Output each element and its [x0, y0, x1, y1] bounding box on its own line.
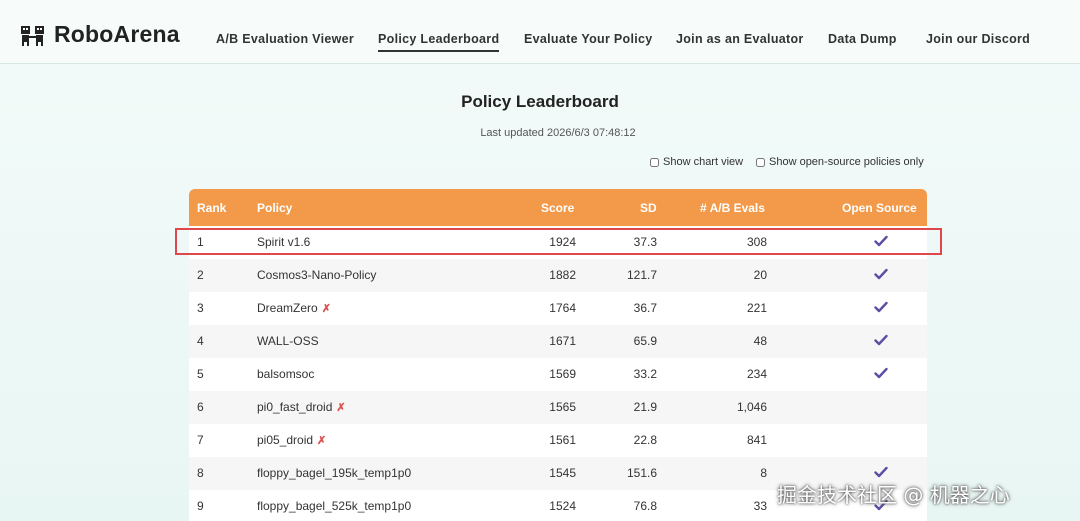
- column-rank[interactable]: Rank: [197, 201, 226, 215]
- evals-cell: 48: [753, 334, 767, 348]
- x-mark-icon: ✗: [336, 402, 346, 414]
- sd-cell: 21.9: [633, 400, 657, 414]
- score-cell: 1671: [549, 334, 576, 348]
- score-cell: 1565: [549, 400, 576, 414]
- table-header: Rank Policy Score SD # A/B Evals Open So…: [189, 189, 927, 226]
- sd-cell: 76.8: [633, 499, 657, 513]
- sd-cell: 121.7: [626, 268, 657, 282]
- policy-name: Cosmos3-Nano-Policy: [257, 268, 377, 282]
- score-cell: 1764: [549, 301, 576, 315]
- policy-cell: pi0_fast_droid ✗: [257, 400, 346, 414]
- rank-cell: 2: [197, 268, 204, 282]
- evals-cell: 308: [746, 235, 767, 249]
- column-open-source[interactable]: Open Source: [842, 201, 917, 215]
- rank-cell: 8: [197, 466, 204, 480]
- table-row[interactable]: 4 WALL-OSS 1671 65.9 48: [189, 325, 927, 358]
- last-updated: Last updated 2026/6/3 07:48:12: [480, 127, 636, 139]
- evals-cell: 33: [753, 499, 767, 513]
- evals-cell: 221: [746, 301, 767, 315]
- policy-name: Spirit v1.6: [257, 235, 311, 249]
- nav-join-as-evaluator[interactable]: Join as an Evaluator: [676, 32, 804, 46]
- watermark: 掘金技术社区 @ 机器之心: [777, 483, 1010, 507]
- policy-name: pi05_droid: [257, 433, 314, 447]
- page-title: Policy Leaderboard: [461, 92, 619, 111]
- rank-cell: 4: [197, 334, 204, 348]
- nav-data-dump[interactable]: Data Dump: [828, 32, 897, 46]
- policy-cell: WALL-OSS: [257, 334, 319, 348]
- policy-cell: floppy_bagel_195k_temp1p0: [257, 466, 411, 480]
- table-row[interactable]: 7 pi05_droid ✗ 1561 22.8 841: [189, 424, 927, 457]
- score-cell: 1569: [549, 367, 576, 381]
- check-icon: [874, 466, 888, 478]
- score-cell: 1561: [549, 433, 576, 447]
- rank-cell: 1: [197, 235, 204, 249]
- rank-cell: 3: [197, 301, 204, 315]
- sd-cell: 37.3: [633, 235, 657, 249]
- table-row[interactable]: 5 balsomsoc 1569 33.2 234: [189, 358, 927, 391]
- nav-policy-leaderboard[interactable]: Policy Leaderboard: [378, 32, 500, 52]
- evals-cell: 20: [753, 268, 767, 282]
- nav-ab-evaluation-viewer[interactable]: A/B Evaluation Viewer: [216, 32, 354, 46]
- chart-view-checkbox[interactable]: [650, 157, 659, 167]
- open-source-only-checkbox[interactable]: [756, 157, 765, 167]
- chart-view-toggle[interactable]: Show chart view: [650, 156, 743, 168]
- open-source-only-label: Show open-source policies only: [769, 156, 924, 168]
- rank-cell: 5: [197, 367, 204, 381]
- leaderboard-table: Rank Policy Score SD # A/B Evals Open So…: [189, 189, 927, 521]
- score-cell: 1924: [549, 235, 576, 249]
- chart-view-label: Show chart view: [663, 156, 744, 168]
- sd-cell: 36.7: [633, 301, 657, 315]
- policy-cell: Spirit v1.6: [257, 235, 310, 249]
- column-sd[interactable]: SD: [640, 201, 657, 215]
- evals-cell: 841: [746, 433, 767, 447]
- policy-name: floppy_bagel_525k_temp1p0: [257, 499, 412, 513]
- table-row[interactable]: 1 Spirit v1.6 1924 37.3 308: [189, 226, 927, 259]
- sd-cell: 65.9: [633, 334, 657, 348]
- score-cell: 1882: [549, 268, 576, 282]
- evals-cell: 234: [746, 367, 767, 381]
- nav-join-discord[interactable]: Join our Discord: [926, 32, 1030, 46]
- open-source-only-toggle[interactable]: Show open-source policies only: [756, 156, 924, 168]
- nav-evaluate-your-policy[interactable]: Evaluate Your Policy: [524, 32, 653, 46]
- brand-name: RoboArena: [54, 21, 180, 47]
- policy-name: pi0_fast_droid: [257, 400, 333, 414]
- check-icon: [874, 268, 888, 280]
- check-icon: [874, 334, 888, 346]
- rank-cell: 9: [197, 499, 204, 513]
- table-row[interactable]: 3 DreamZero ✗ 1764 36.7 221: [189, 292, 927, 325]
- table-row[interactable]: 2 Cosmos3-Nano-Policy 1882 121.7 20: [189, 259, 927, 292]
- column-policy[interactable]: Policy: [257, 201, 292, 215]
- policy-name: floppy_bagel_195k_temp1p0: [257, 466, 412, 480]
- policy-cell: DreamZero ✗: [257, 301, 331, 315]
- rank-cell: 7: [197, 433, 204, 447]
- top-header: RoboArena A/B Evaluation Viewer Policy L…: [0, 0, 1080, 64]
- policy-name: DreamZero: [257, 301, 318, 315]
- score-cell: 1524: [549, 499, 576, 513]
- evals-cell: 8: [760, 466, 767, 480]
- sd-cell: 151.6: [626, 466, 657, 480]
- policy-cell: floppy_bagel_525k_temp1p0: [257, 499, 411, 513]
- x-mark-icon: ✗: [317, 435, 327, 447]
- table-row[interactable]: 6 pi0_fast_droid ✗ 1565 21.9 1,046: [189, 391, 927, 424]
- sd-cell: 33.2: [633, 367, 657, 381]
- column-ab-evals[interactable]: # A/B Evals: [700, 201, 765, 215]
- sd-cell: 22.8: [633, 433, 657, 447]
- policy-cell: Cosmos3-Nano-Policy: [257, 268, 376, 282]
- brand-logo[interactable]: RoboArena: [20, 21, 180, 48]
- column-score[interactable]: Score: [541, 201, 574, 215]
- check-icon: [874, 235, 888, 247]
- policy-name: balsomsoc: [257, 367, 315, 381]
- policy-cell: pi05_droid ✗: [257, 433, 326, 447]
- x-mark-icon: ✗: [321, 303, 331, 315]
- robot-logo-icon: [21, 25, 44, 46]
- policy-name: WALL-OSS: [257, 334, 319, 348]
- score-cell: 1545: [549, 466, 576, 480]
- check-icon: [874, 367, 888, 379]
- check-icon: [874, 301, 888, 313]
- policy-cell: balsomsoc: [257, 367, 314, 381]
- rank-cell: 6: [197, 400, 204, 414]
- evals-cell: 1,046: [736, 400, 767, 414]
